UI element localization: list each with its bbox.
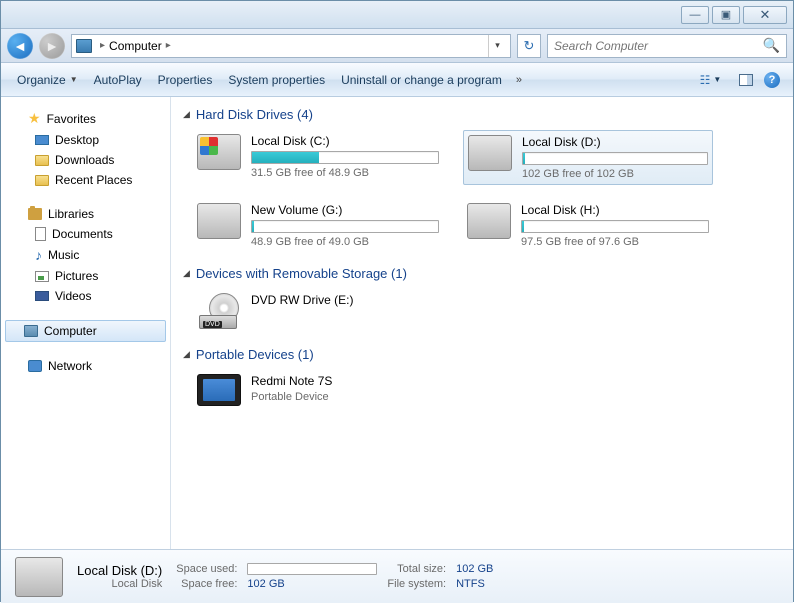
refresh-button[interactable]: ↻ bbox=[517, 34, 541, 58]
drive-name: DVD RW Drive (E:) bbox=[251, 293, 439, 307]
libraries-icon bbox=[28, 208, 42, 220]
videos-icon bbox=[35, 291, 49, 301]
breadcrumb-separator: ▸ bbox=[100, 40, 105, 51]
forward-button[interactable]: ► bbox=[39, 33, 65, 59]
computer-icon bbox=[24, 325, 38, 337]
sidebar-item-desktop[interactable]: Desktop bbox=[1, 130, 170, 150]
drive-new-volume-g[interactable]: New Volume (G:) 48.9 GB free of 49.0 GB bbox=[193, 199, 443, 252]
network-icon bbox=[28, 360, 42, 372]
drive-space-bar bbox=[521, 220, 709, 233]
drive-free-text: 31.5 GB free of 48.9 GB bbox=[251, 167, 439, 179]
drive-icon bbox=[197, 134, 241, 170]
window-maximize-button[interactable]: ▣ bbox=[712, 6, 740, 24]
help-button[interactable]: ? bbox=[759, 68, 785, 92]
uninstall-button[interactable]: Uninstall or change a program bbox=[333, 69, 510, 91]
navigation-sidebar: ★Favorites Desktop Downloads Recent Plac… bbox=[1, 97, 171, 549]
sidebar-item-computer[interactable]: Computer bbox=[5, 320, 166, 342]
help-icon: ? bbox=[764, 72, 780, 88]
titlebar: — ▣ ✕ bbox=[1, 1, 793, 29]
properties-button[interactable]: Properties bbox=[150, 69, 221, 91]
sidebar-item-network[interactable]: Network bbox=[1, 356, 170, 376]
drive-icon bbox=[468, 135, 512, 171]
details-used-label: Space used: bbox=[176, 563, 237, 575]
search-box[interactable]: 🔍 bbox=[547, 34, 787, 58]
drive-free-text: 97.5 GB free of 97.6 GB bbox=[521, 236, 709, 248]
system-properties-button[interactable]: System properties bbox=[220, 69, 333, 91]
details-drive-icon bbox=[15, 557, 63, 597]
details-used-bar bbox=[247, 563, 377, 575]
sidebar-item-pictures[interactable]: Pictures bbox=[1, 266, 170, 286]
pictures-icon bbox=[35, 271, 49, 282]
breadcrumb-text[interactable]: Computer bbox=[109, 39, 162, 53]
collapse-icon: ◢ bbox=[183, 268, 190, 279]
drive-local-disk-h[interactable]: Local Disk (H:) 97.5 GB free of 97.6 GB bbox=[463, 199, 713, 252]
overflow-button[interactable]: » bbox=[510, 70, 528, 90]
phone-icon bbox=[197, 374, 241, 406]
computer-icon bbox=[76, 39, 92, 53]
sidebar-item-videos[interactable]: Videos bbox=[1, 286, 170, 306]
details-fs-label: File system: bbox=[387, 578, 446, 590]
details-type: Local Disk bbox=[77, 578, 162, 590]
sidebar-libraries[interactable]: Libraries bbox=[1, 204, 170, 224]
folder-icon bbox=[35, 155, 49, 166]
drive-dvd-rw[interactable]: DVD DVD RW Drive (E:) bbox=[193, 289, 443, 333]
details-free-label: Space free: bbox=[176, 578, 237, 590]
section-removable-storage[interactable]: ◢Devices with Removable Storage (1) bbox=[183, 266, 781, 281]
sidebar-favorites[interactable]: ★Favorites bbox=[1, 107, 170, 130]
navigation-bar: ◄ ► ▸ Computer ▸ ▾ ↻ 🔍 bbox=[1, 29, 793, 63]
collapse-icon: ◢ bbox=[183, 109, 190, 120]
search-icon: 🔍 bbox=[763, 37, 780, 54]
back-button[interactable]: ◄ bbox=[7, 33, 33, 59]
window-minimize-button[interactable]: — bbox=[681, 6, 709, 24]
chevron-down-icon: ▼ bbox=[70, 75, 78, 84]
drive-local-disk-d[interactable]: Local Disk (D:) 102 GB free of 102 GB bbox=[463, 130, 713, 185]
device-redmi-note-7s[interactable]: Redmi Note 7S Portable Device bbox=[193, 370, 443, 410]
drive-name: New Volume (G:) bbox=[251, 203, 439, 217]
sidebar-item-downloads[interactable]: Downloads bbox=[1, 150, 170, 170]
content-pane: ◢Hard Disk Drives (4) Local Disk (C:) 31… bbox=[171, 97, 793, 549]
details-pane: Local Disk (D:) Local Disk Space used: T… bbox=[1, 549, 793, 603]
drive-space-bar bbox=[251, 220, 439, 233]
organize-button[interactable]: Organize▼ bbox=[9, 69, 86, 91]
sidebar-item-recent-places[interactable]: Recent Places bbox=[1, 170, 170, 190]
breadcrumb-separator[interactable]: ▸ bbox=[166, 40, 171, 51]
sidebar-item-music[interactable]: ♪Music bbox=[1, 244, 170, 266]
preview-pane-button[interactable] bbox=[733, 68, 759, 92]
drive-space-bar bbox=[522, 152, 708, 165]
drive-name: Local Disk (D:) bbox=[522, 135, 708, 149]
details-free-value: 102 GB bbox=[247, 578, 377, 590]
folder-icon bbox=[35, 175, 49, 186]
details-fs-value: NTFS bbox=[456, 578, 493, 590]
dvd-drive-icon: DVD bbox=[197, 293, 241, 329]
drive-free-text: 48.9 GB free of 49.0 GB bbox=[251, 236, 439, 248]
drive-icon bbox=[197, 203, 241, 239]
window-close-button[interactable]: ✕ bbox=[743, 6, 787, 24]
section-hard-disk-drives[interactable]: ◢Hard Disk Drives (4) bbox=[183, 107, 781, 122]
desktop-icon bbox=[35, 135, 49, 145]
device-type: Portable Device bbox=[251, 391, 439, 403]
drive-icon bbox=[467, 203, 511, 239]
sidebar-item-documents[interactable]: Documents bbox=[1, 224, 170, 244]
details-name: Local Disk (D:) bbox=[77, 563, 162, 578]
drive-name: Local Disk (H:) bbox=[521, 203, 709, 217]
address-bar[interactable]: ▸ Computer ▸ ▾ bbox=[71, 34, 511, 58]
address-dropdown[interactable]: ▾ bbox=[488, 35, 506, 57]
command-bar: Organize▼ AutoPlay Properties System pro… bbox=[1, 63, 793, 97]
section-portable-devices[interactable]: ◢Portable Devices (1) bbox=[183, 347, 781, 362]
drive-local-disk-c[interactable]: Local Disk (C:) 31.5 GB free of 48.9 GB bbox=[193, 130, 443, 185]
collapse-icon: ◢ bbox=[183, 349, 190, 360]
drive-free-text: 102 GB free of 102 GB bbox=[522, 168, 708, 180]
device-name: Redmi Note 7S bbox=[251, 374, 439, 388]
drive-name: Local Disk (C:) bbox=[251, 134, 439, 148]
star-icon: ★ bbox=[28, 110, 41, 127]
music-icon: ♪ bbox=[35, 247, 42, 263]
search-input[interactable] bbox=[554, 39, 763, 53]
details-total-value: 102 GB bbox=[456, 563, 493, 575]
drive-space-bar bbox=[251, 151, 439, 164]
details-total-label: Total size: bbox=[387, 563, 446, 575]
view-options-button[interactable]: ☷▼ bbox=[687, 68, 733, 92]
document-icon bbox=[35, 227, 46, 241]
autoplay-button[interactable]: AutoPlay bbox=[86, 69, 150, 91]
